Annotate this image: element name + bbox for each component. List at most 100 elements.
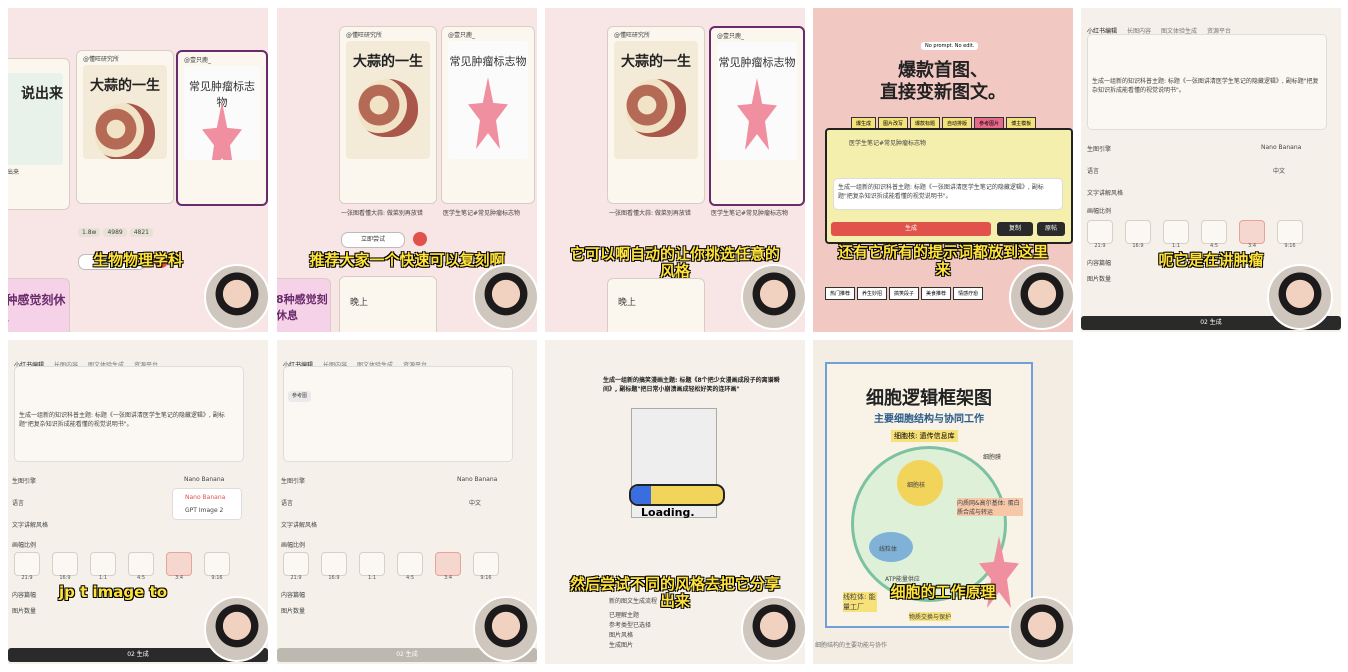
engine-label: 生图引擎 [12, 478, 37, 485]
poster-title: 常见肿瘤标志物 [449, 55, 527, 68]
ratio-label: 画幅比例 [12, 542, 37, 549]
card-author: @懂旺研究所 [614, 32, 651, 39]
feed-card-garlic[interactable]: @懂旺研究所 大蒜的一生 [339, 26, 437, 204]
ratio-option[interactable]: 3:4 [435, 552, 461, 581]
ratio-option[interactable]: 1:1 [90, 552, 116, 581]
ref-image-button[interactable]: 参考图 [288, 391, 312, 402]
generator-box: 医学生笔记#常见肿瘤标志物 生成一组新的知识科普主题: 标题《一张图讲清医学生笔… [825, 128, 1073, 244]
feed-card-bottom-left[interactable]: 8种感觉刻休息 [277, 278, 331, 332]
presenter-avatar [741, 596, 805, 662]
ratio-option[interactable]: 16:9 [321, 552, 347, 581]
feed-card-garlic[interactable]: @懂旺研究所 大蒜的一生 [76, 50, 174, 204]
ratio-option[interactable]: 21:9 [14, 552, 40, 581]
poster: 常见肿瘤标志物 [184, 66, 260, 160]
poster-title: 大蒜的一生 [90, 78, 160, 94]
feed-card-bottom[interactable]: 8种感觉刻休息 [8, 278, 70, 332]
prompt-text: 生成一组新的知识科普主题: 标题《一张图讲清医学生笔记的隐藏逻辑》, 副标题"把… [1092, 78, 1319, 94]
ratio-option[interactable]: 3:4 [1239, 220, 1265, 249]
feed-card-garlic[interactable]: @懂旺研究所 大蒜的一生 [607, 26, 705, 204]
ratio-option[interactable]: 9:16 [1277, 220, 1303, 249]
share-button[interactable]: 原帖 [1037, 222, 1065, 236]
membrane-label: 细胞膜 [983, 454, 1002, 461]
no-prompt-badge: No prompt. No edit. [921, 42, 979, 50]
prompt-input[interactable]: 生成一组新的知识科普主题: 标题《一张图讲清医学生笔记的隐藏逻辑》, 副标题"把… [833, 178, 1063, 210]
engine-value[interactable]: Nano Banana [1261, 144, 1301, 151]
atp-label: ATP能量供应 [885, 576, 920, 583]
flow-step: 参考类型已选择 [609, 622, 652, 629]
garlic-illustration [626, 79, 686, 137]
presenter-avatar [204, 596, 268, 662]
category-tag[interactable]: 搞笑段子 [889, 287, 920, 300]
dropdown-option[interactable]: GPT Image 2 [185, 507, 223, 514]
hero-title-line2: 直接变新图文。 [880, 82, 1006, 103]
lang-label: 语言 [12, 500, 25, 507]
flow-step: 已理解主题 [609, 612, 640, 619]
style-label: 文字讲解风格 [281, 522, 318, 529]
engine-value[interactable]: Nano Banana [457, 476, 497, 483]
loading-header: 生成一组新的搞笑漫画主题: 标题《8个把少女漫画成段子的离谱瞬间》, 副标题"把… [603, 377, 780, 393]
category-tag[interactable]: 情感疗愈 [953, 287, 984, 300]
ratio-option[interactable]: 1:1 [1163, 220, 1189, 249]
presenter-avatar [473, 264, 537, 330]
lang-label: 语言 [281, 500, 294, 507]
card-title: 8种感觉刻休息 [8, 293, 66, 324]
category-tag[interactable]: 养生妙招 [857, 287, 888, 300]
presenter-avatar [1267, 264, 1333, 330]
garlic-illustration [358, 79, 418, 137]
prompt-input[interactable]: 参考图 [283, 366, 513, 462]
ratio-option[interactable]: 9:16 [204, 552, 230, 581]
video-frame-1: 说出来 声说出来 @懂旺研究所 大蒜的一生 @壹只鹿_ 常见肿瘤标志物 1.8w… [8, 8, 268, 332]
prompt-input[interactable]: 生成一组新的知识科普主题: 标题《一张图讲清医学生笔记的隐藏逻辑》, 副标题"把… [1087, 34, 1327, 130]
lang-value[interactable]: 中文 [469, 498, 481, 507]
ratio-option[interactable]: 16:9 [1125, 220, 1151, 249]
try-button[interactable]: 立即尝试 [341, 232, 405, 248]
video-frame-3: @懂旺研究所 大蒜的一生 @壹只鹿_ 常见肿瘤标志物 一张图看懂大蒜: 做菜别再… [545, 8, 805, 332]
card-author: @懂旺研究所 [346, 32, 383, 39]
prompt-text: 生成一组新的知识科普主题: 标题《一张图讲清医学生笔记的隐藏逻辑》, 副标题"把… [19, 412, 225, 428]
ratio-option[interactable]: 1:1 [359, 552, 385, 581]
ratio-option[interactable]: 4:5 [128, 552, 154, 581]
input-title: 医学生笔记#常见肿瘤标志物 [849, 140, 927, 147]
ratio-option[interactable]: 4:5 [397, 552, 423, 581]
layout-label: 内容篇幅 [1087, 260, 1112, 267]
layout-label: 内容篇幅 [281, 592, 306, 599]
poster: 常见肿瘤标志物 [448, 41, 528, 159]
ratio-option[interactable]: 21:9 [1087, 220, 1113, 249]
delete-button[interactable] [413, 232, 427, 246]
count-label: 图片数量 [12, 608, 37, 615]
card-author: @懂旺研究所 [83, 56, 120, 63]
try-bar: 立即尝试 [341, 232, 427, 248]
ratio-option[interactable]: 16:9 [52, 552, 78, 581]
poster-title: 大蒜的一生 [353, 54, 423, 70]
category-tag[interactable]: 美食推荐 [921, 287, 952, 300]
feed-card-side[interactable]: 说出来 声说出来 [8, 58, 70, 210]
feed-card-tumor[interactable]: @壹只鹿_ 常见肿瘤标志物 [441, 26, 535, 204]
lang-value[interactable]: 中文 [1273, 166, 1285, 175]
card-title: 晚上 [618, 298, 637, 308]
feed-card-bottom[interactable]: 晚上 [339, 276, 437, 332]
card-desc: 一张图看懂大蒜: 做菜别再放错 [609, 210, 691, 217]
flow-step: 生成图片 [609, 642, 634, 649]
dropdown-option[interactable]: Nano Banana [185, 494, 225, 501]
feed-card-tumor[interactable]: @壹只鹿_ 常见肿瘤标志物 [176, 50, 268, 206]
poster-title: 常见肿瘤标志物 [718, 56, 796, 69]
presenter-avatar [741, 264, 805, 330]
flow-step: 图片风格 [609, 632, 634, 639]
card-author: @壹只鹿_ [184, 57, 212, 64]
feed-card-bottom[interactable]: 晚上 [607, 278, 705, 332]
generate-button[interactable]: 生成 [831, 222, 991, 236]
presenter-avatar [1009, 596, 1073, 662]
video-frame-7: 小红书编辑长图内容图文体验生成资源平台 参考图 生图引擎 Nano Banana… [277, 340, 537, 664]
poster-title: 大蒜的一生 [621, 54, 691, 70]
ratio-option[interactable]: 21:9 [283, 552, 309, 581]
feed-card-tumor[interactable]: @壹只鹿_ 常见肿瘤标志物 [709, 26, 805, 206]
category-tag[interactable]: 热门推荐 [825, 287, 856, 300]
ratio-option[interactable]: 3:4 [166, 552, 192, 581]
prompt-input[interactable]: 生成一组新的知识科普主题: 标题《一张图讲清医学生笔记的隐藏逻辑》, 副标题"把… [14, 366, 244, 462]
copy-button[interactable]: 复制 [997, 222, 1033, 236]
ratio-option[interactable]: 4:5 [1201, 220, 1227, 249]
patrick-illustration [737, 78, 777, 150]
ratio-option[interactable]: 9:16 [473, 552, 499, 581]
engine-value[interactable]: Nano Banana [184, 476, 224, 483]
style-label: 文字讲解风格 [1087, 190, 1124, 197]
